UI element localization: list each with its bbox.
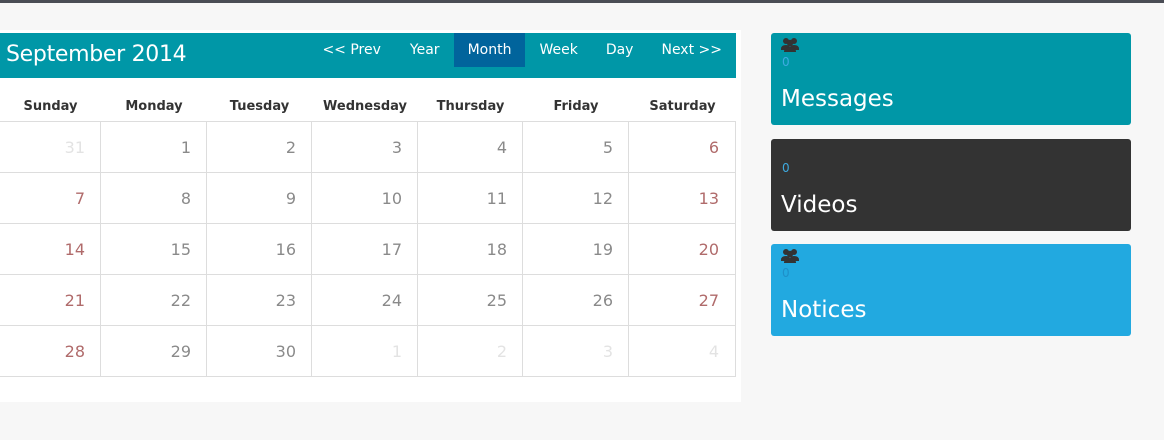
- day-cell[interactable]: 25: [418, 275, 523, 326]
- dow-wednesday: Wednesday: [323, 99, 407, 114]
- month-view-button[interactable]: Month: [453, 33, 526, 67]
- day-cell[interactable]: 12: [523, 173, 629, 224]
- messages-count: 0: [782, 55, 790, 69]
- day-cell[interactable]: 2: [207, 122, 312, 173]
- day-cell[interactable]: 16: [207, 224, 312, 275]
- day-cell[interactable]: 3: [523, 326, 629, 377]
- day-cell[interactable]: 9: [207, 173, 312, 224]
- day-cell[interactable]: 11: [418, 173, 523, 224]
- day-cell[interactable]: 19: [523, 224, 629, 275]
- notices-title: Notices: [781, 297, 867, 323]
- day-cell[interactable]: 7: [0, 173, 101, 224]
- day-cell[interactable]: 22: [101, 275, 207, 326]
- day-view-button[interactable]: Day: [592, 33, 648, 67]
- day-cell[interactable]: 28: [0, 326, 101, 377]
- day-cell[interactable]: 3: [312, 122, 418, 173]
- prev-button[interactable]: << Prev: [308, 33, 395, 67]
- day-cell[interactable]: 6: [629, 122, 736, 173]
- day-cell[interactable]: 10: [312, 173, 418, 224]
- users-icon: [781, 248, 799, 264]
- messages-card[interactable]: 0 Messages: [771, 33, 1131, 125]
- top-bar: [0, 0, 1164, 3]
- day-cell[interactable]: 1: [312, 326, 418, 377]
- videos-card[interactable]: 0 Videos: [771, 139, 1131, 231]
- notices-count: 0: [782, 266, 790, 280]
- calendar-panel: September 2014 << Prev Year Month Week D…: [0, 30, 741, 402]
- day-cell[interactable]: 29: [101, 326, 207, 377]
- dow-monday: Monday: [125, 99, 183, 114]
- users-icon: [781, 37, 799, 53]
- dow-saturday: Saturday: [649, 99, 716, 114]
- day-cell[interactable]: 13: [629, 173, 736, 224]
- day-cell[interactable]: 4: [629, 326, 736, 377]
- messages-title: Messages: [781, 86, 894, 112]
- day-cell[interactable]: 23: [207, 275, 312, 326]
- dow-tuesday: Tuesday: [229, 99, 290, 114]
- day-cell[interactable]: 20: [629, 224, 736, 275]
- day-cell[interactable]: 2: [418, 326, 523, 377]
- notices-card[interactable]: 0 Notices: [771, 244, 1131, 336]
- day-cell[interactable]: 15: [101, 224, 207, 275]
- calendar-nav: << Prev Year Month Week Day Next >>: [308, 33, 736, 67]
- day-cell[interactable]: 18: [418, 224, 523, 275]
- day-cell[interactable]: 31: [0, 122, 101, 173]
- calendar-header: September 2014 << Prev Year Month Week D…: [0, 33, 736, 78]
- next-button[interactable]: Next >>: [647, 33, 736, 67]
- week-view-button[interactable]: Week: [525, 33, 591, 67]
- dow-thursday: Thursday: [436, 99, 505, 114]
- videos-count: 0: [782, 161, 790, 175]
- day-cell[interactable]: 5: [523, 122, 629, 173]
- day-cell[interactable]: 8: [101, 173, 207, 224]
- day-cell[interactable]: 26: [523, 275, 629, 326]
- day-cell[interactable]: 21: [0, 275, 101, 326]
- calendar-grid: 31 1 2 3 4 5 6 7 8 9 10 11 12 13 14 15 1…: [0, 121, 736, 377]
- day-cell[interactable]: 17: [312, 224, 418, 275]
- dow-friday: Friday: [553, 99, 599, 114]
- day-cell[interactable]: 14: [0, 224, 101, 275]
- day-cell[interactable]: 4: [418, 122, 523, 173]
- day-cell[interactable]: 24: [312, 275, 418, 326]
- dow-sunday: Sunday: [23, 99, 78, 114]
- day-cell[interactable]: 30: [207, 326, 312, 377]
- day-cell[interactable]: 27: [629, 275, 736, 326]
- videos-title: Videos: [781, 192, 858, 218]
- day-of-week-header: Sunday Monday Tuesday Wednesday Thursday…: [0, 93, 736, 121]
- calendar-title: September 2014: [6, 42, 187, 67]
- year-view-button[interactable]: Year: [396, 33, 454, 67]
- day-cell[interactable]: 1: [101, 122, 207, 173]
